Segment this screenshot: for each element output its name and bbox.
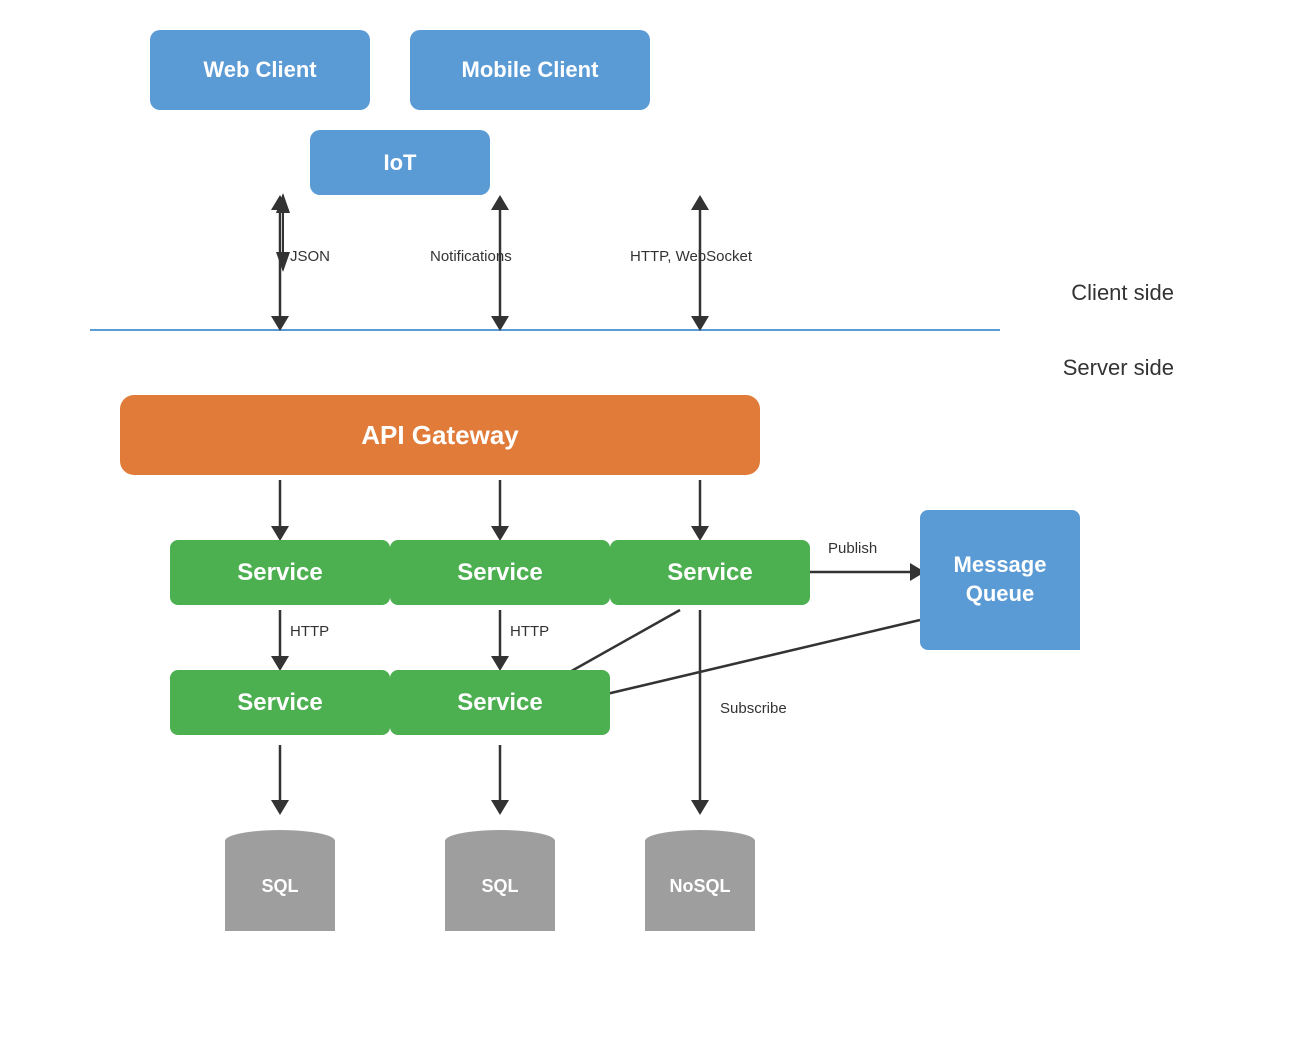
sql2-db-top: [445, 830, 555, 852]
nosql-label: NoSQL: [670, 876, 731, 897]
api-gateway-label: API Gateway: [361, 420, 519, 451]
service1-label: Service: [237, 559, 322, 587]
web-client-box: Web Client: [150, 30, 370, 110]
notifications-label: Notifications: [430, 248, 512, 265]
sql1-db: SQL: [225, 830, 335, 931]
api-gateway-box: API Gateway: [120, 395, 760, 475]
service2-box: Service: [390, 540, 610, 605]
sql2-db: SQL: [445, 830, 555, 931]
nosql-db-top: [645, 830, 755, 852]
client-side-label: Client side: [1071, 280, 1174, 306]
sql1-label: SQL: [261, 876, 298, 897]
server-side-label: Server side: [1063, 355, 1174, 381]
mobile-client-box: Mobile Client: [410, 30, 650, 110]
iot-box: IoT: [310, 130, 490, 195]
sql2-db-body: SQL: [445, 841, 555, 931]
architecture-diagram: Web Client Mobile Client IoT Client side…: [0, 0, 1294, 1038]
service5-box: Service: [390, 670, 610, 735]
json-label: JSON: [290, 248, 330, 265]
service4-box: Service: [170, 670, 390, 735]
sql1-db-body: SQL: [225, 841, 335, 931]
service3-label: Service: [667, 559, 752, 587]
publish-label: Publish: [828, 540, 877, 557]
http2-label: HTTP: [510, 623, 549, 640]
web-client-label: Web Client: [203, 57, 316, 83]
service2-label: Service: [457, 559, 542, 587]
message-queue-box: MessageQueue: [920, 510, 1080, 650]
sql1-db-top: [225, 830, 335, 852]
service1-box: Service: [170, 540, 390, 605]
http-websocket-label: HTTP, WebSocket: [630, 248, 752, 265]
sql2-label: SQL: [481, 876, 518, 897]
iot-label: IoT: [384, 150, 417, 176]
subscribe-label: Subscribe: [720, 700, 787, 717]
http1-label: HTTP: [290, 623, 329, 640]
service4-label: Service: [237, 689, 322, 717]
message-queue-fold: [920, 650, 1080, 680]
nosql-db: NoSQL: [645, 830, 755, 931]
service3-box: Service: [610, 540, 810, 605]
message-queue-label: MessageQueue: [954, 551, 1047, 608]
nosql-db-body: NoSQL: [645, 841, 755, 931]
mobile-client-label: Mobile Client: [462, 57, 599, 83]
service5-label: Service: [457, 689, 542, 717]
